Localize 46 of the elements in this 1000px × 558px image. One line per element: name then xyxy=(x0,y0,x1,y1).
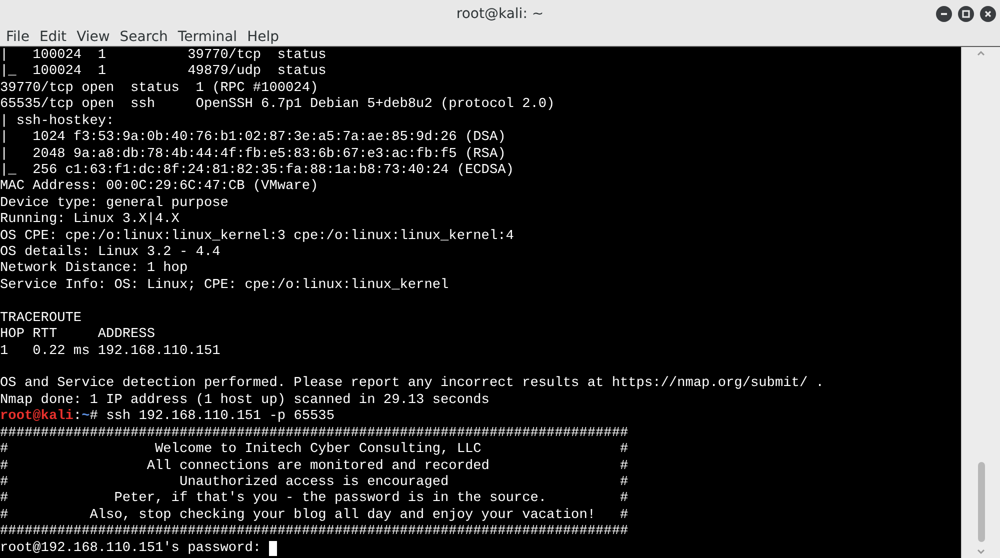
close-button[interactable] xyxy=(980,6,996,22)
terminal-line: # Also, stop checking your blog all day and enjoy your vacation! # xyxy=(0,508,628,524)
scroll-down-icon[interactable] xyxy=(976,548,986,556)
terminal-line: # Welcome to Initech Cyber Consulting, LLC # xyxy=(0,442,628,459)
terminal-line: Nmap done: 1 IP address (1 host up) scanned in 29.13 seconds xyxy=(0,392,490,409)
menu-item[interactable]: File xyxy=(1,28,34,46)
terminal-line: HOP RTT ADDRESS xyxy=(0,327,155,344)
terminal-line: 1 0.22 ms 192.168.110.151 xyxy=(0,344,220,360)
menu-item[interactable]: View xyxy=(72,28,115,46)
terminal-line: # All connections are monitored and recorded # xyxy=(0,458,628,475)
close-icon xyxy=(984,10,992,18)
maximize-icon xyxy=(962,10,970,18)
minimize-icon xyxy=(940,10,948,18)
scroll-up-icon[interactable] xyxy=(976,49,986,57)
maximize-button[interactable] xyxy=(958,6,974,22)
terminal-line: # Peter, if that's you - the password is in the source. # xyxy=(0,491,628,508)
menu-item[interactable]: Help xyxy=(242,28,284,46)
terminal-line: 65535/tcp open ssh OpenSSH 6.7p1 Debian 5+deb8u2 (protocol 2.0) xyxy=(0,97,555,114)
menu-item[interactable]: Search xyxy=(114,28,173,46)
terminal-line: # Unauthorized access is encouraged # xyxy=(0,474,628,491)
terminal-line: | ssh-hostkey: xyxy=(0,114,116,130)
terminal-line: | 1024 f3:53:9a:0b:40:76:b1:02:87:3e:a5:7a:ae:85:9d:26 (DSA) xyxy=(0,130,506,147)
terminal-line: MAC Address: 00:0C:29:6C:47:CB (VMware) xyxy=(0,179,318,196)
terminal-line: OS details: Linux 3.2 - 4.4 xyxy=(0,245,220,261)
terminal-line: ############################################################################# xyxy=(0,524,628,541)
scrollbar-thumb[interactable] xyxy=(978,462,984,542)
scrollbar[interactable] xyxy=(961,47,1000,558)
terminal-line: OS and Service detection performed. Please report any incorrect results at https://nmap.org/submit/ . xyxy=(0,376,824,393)
terminal-line: Network Distance: 1 hop xyxy=(0,261,188,278)
terminal-line: |_ 100024 1 49879/udp status xyxy=(0,64,326,81)
minimize-button[interactable] xyxy=(936,6,952,22)
terminal-line: Device type: general purpose xyxy=(0,196,228,212)
terminal-line: TRACEROUTE xyxy=(0,310,82,328)
terminal-line: Running: Linux 3.X|4.X xyxy=(0,212,180,229)
window-title: root@kali: ~ xyxy=(456,4,544,24)
password-prompt: root@192.168.110.151's password: xyxy=(0,540,262,558)
terminal-line: |_ 256 c1:63:f1:dc:8f:24:81:82:35:fa:88:1a:b8:73:40:24 (ECDSA) xyxy=(0,162,514,179)
terminal-line: Service Info: OS: Linux; CPE: cpe:/o:linux:linux_kernel xyxy=(0,278,449,294)
terminal-line: | 100024 1 39770/tcp status xyxy=(0,48,326,64)
terminal-line: ############################################################################# xyxy=(0,426,628,442)
menu-item[interactable]: Terminal xyxy=(172,28,242,46)
terminal-line: 39770/tcp open status 1 (RPC #100024) xyxy=(0,80,318,97)
terminal-line: OS CPE: cpe:/o:linux:linux_kernel:3 cpe:/o:linux:linux_kernel:4 xyxy=(0,228,514,245)
menu-item[interactable]: Edit xyxy=(34,28,72,46)
prompt-line: root@kali:~# ssh 192.168.110.151 -p 65535 xyxy=(0,409,334,426)
terminal-line: | 2048 9a:a8:db:78:4b:44:4f:fb:e5:83:6b:67:e3:ac:fb:f5 (RSA) xyxy=(0,146,506,163)
